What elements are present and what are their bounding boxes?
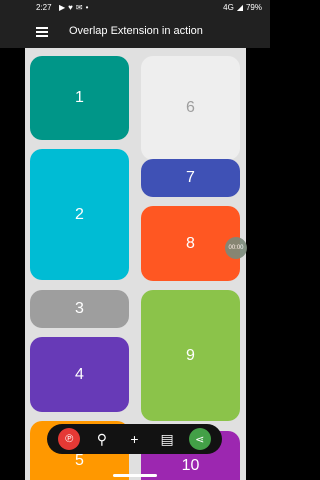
- grid-tile-4[interactable]: 4: [30, 337, 129, 412]
- grid-tile-1[interactable]: 1: [30, 56, 129, 140]
- overlay-bubble[interactable]: 00:00: [225, 237, 247, 259]
- app-title: Overlap Extension in action: [69, 25, 203, 37]
- tile-label: 10: [181, 457, 200, 474]
- tile-label: 7: [186, 169, 195, 186]
- overlay-bubble-text: 00:00: [228, 245, 244, 251]
- search-button[interactable]: ⚲: [91, 428, 113, 450]
- app-bar: Overlap Extension in action: [0, 16, 270, 48]
- chat-button[interactable]: ▤: [156, 428, 178, 450]
- gesture-nav-bar[interactable]: [113, 474, 157, 477]
- menu-icon[interactable]: [36, 27, 48, 37]
- signal-icon: ◢: [236, 3, 243, 12]
- battery-percent: 79%: [245, 3, 262, 12]
- notification-icons: ▶ ♥ ✉ •: [59, 3, 88, 12]
- pinterest-button[interactable]: ℗: [58, 428, 81, 450]
- video-icon: ▶: [59, 3, 66, 12]
- tile-label: 9: [186, 346, 195, 364]
- share-button[interactable]: ⋖: [188, 428, 211, 450]
- chat-icon: ▤: [160, 430, 174, 447]
- tile-label: 1: [75, 89, 84, 106]
- add-button[interactable]: +: [123, 428, 145, 450]
- add-icon: +: [130, 431, 139, 447]
- tile-label: 8: [186, 234, 195, 252]
- tile-label: 6: [186, 99, 195, 116]
- tile-label: 5: [75, 452, 84, 469]
- share-icon: ⋖: [195, 433, 205, 446]
- mail-icon: ✉: [75, 3, 83, 12]
- heart-icon: ♥: [68, 3, 73, 12]
- staggered-grid[interactable]: 1 6 7 2 8 3 9 4 5 10: [25, 48, 246, 480]
- dot-icon: •: [85, 3, 89, 12]
- grid-tile-6[interactable]: 6: [141, 56, 240, 160]
- grid-tile-2[interactable]: 2: [30, 149, 129, 280]
- grid-tile-7[interactable]: 7: [141, 159, 240, 197]
- tile-label: 4: [75, 365, 84, 383]
- status-time: 2:27: [36, 3, 52, 12]
- network-label: 4G: [223, 3, 234, 12]
- pinterest-icon: ℗: [65, 433, 74, 445]
- status-right: 4G ◢ 79%: [223, 3, 262, 12]
- bottom-action-bar: ℗ ⚲ + ▤ ⋖: [47, 424, 222, 454]
- status-bar: 2:27 ▶ ♥ ✉ • 4G ◢ 79%: [0, 0, 270, 16]
- tile-label: 3: [75, 300, 84, 317]
- grid-tile-9[interactable]: 9: [141, 290, 240, 421]
- tile-label: 2: [75, 205, 84, 223]
- search-icon: ⚲: [96, 430, 108, 447]
- grid-tile-3[interactable]: 3: [30, 290, 129, 328]
